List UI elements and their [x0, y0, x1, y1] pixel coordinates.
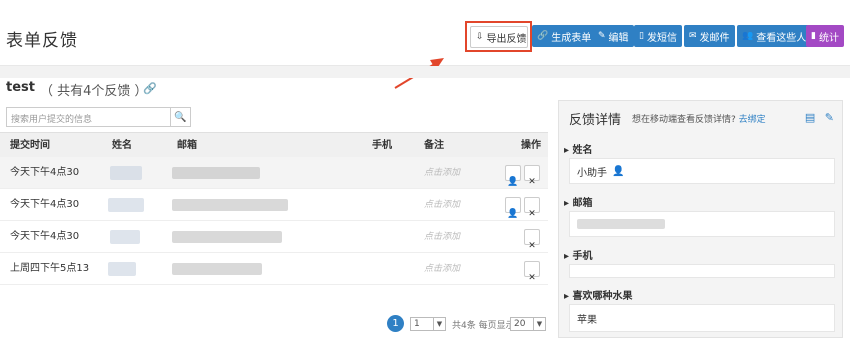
link-icon[interactable]: 🔗 — [143, 82, 157, 95]
blurred-name — [108, 262, 136, 276]
assign-user-button[interactable]: 👤 — [505, 197, 521, 219]
field-value-fruit: 苹果 — [569, 304, 835, 332]
table-row[interactable]: 今天下午4点30 点击添加 👤 ✕ — [0, 189, 548, 221]
per-page-select[interactable]: 20 ▼ — [510, 317, 546, 331]
panel-actions: ▤ ✎ — [805, 111, 834, 124]
pencil-icon: ✎ — [598, 31, 606, 41]
field-label-email: ▸ 邮箱 — [564, 198, 593, 209]
search-input[interactable]: 搜索用户提交的信息 — [6, 107, 171, 127]
bar-chart-icon: ▮ — [811, 31, 816, 41]
blurred-email — [172, 199, 288, 211]
blurred-name — [110, 230, 140, 244]
header-actions: 操作 — [521, 140, 541, 151]
page-title: 表单反馈 — [6, 31, 78, 51]
add-note-link[interactable]: 点击添加 — [424, 253, 460, 285]
header-note: 备注 — [424, 140, 444, 151]
field-value-name: 小助手 👤 — [569, 158, 835, 184]
page-select[interactable]: 1 ▼ — [410, 317, 446, 331]
view-people-button[interactable]: 👥 查看这些人 — [737, 25, 812, 47]
user-icon: 👤 — [612, 165, 625, 177]
add-note-link[interactable]: 点击添加 — [424, 189, 460, 221]
close-icon: ✕ — [528, 273, 536, 283]
generate-form-button[interactable]: 🔗 生成表单 — [532, 25, 597, 47]
divider-strip — [0, 66, 850, 78]
table-header: 提交时间 姓名 邮箱 手机 备注 操作 — [0, 132, 548, 157]
submit-time: 上周四下午5点13 — [10, 263, 90, 274]
blurred-email — [172, 263, 262, 275]
table-row[interactable]: 今天下午4点30 点击添加 ✕ — [0, 221, 548, 253]
delete-button[interactable]: ✕ — [524, 261, 540, 283]
field-label-fruit: ▸ 喜欢哪种水果 — [564, 291, 633, 302]
send-email-button[interactable]: ✉ 发邮件 — [684, 25, 735, 47]
blurred-email — [172, 167, 260, 179]
phone-icon: ▯ — [639, 31, 644, 41]
field-value-email — [569, 211, 835, 237]
search-icon: 🔍 — [174, 111, 187, 123]
submit-time: 今天下午4点30 — [10, 167, 80, 178]
pagination-summary: 共4条 每页显示 — [452, 321, 515, 331]
delete-button[interactable]: ✕ — [524, 165, 540, 187]
blurred-name — [110, 166, 142, 180]
blurred-email — [577, 219, 665, 229]
bind-link[interactable]: 去绑定 — [739, 115, 766, 125]
pencil-icon[interactable]: ✎ — [825, 111, 834, 124]
table-row[interactable]: 今天下午4点30 点击添加 👤 ✕ — [0, 157, 548, 189]
mail-icon: ✉ — [689, 31, 697, 41]
add-note-link[interactable]: 点击添加 — [424, 221, 460, 253]
field-value-phone — [569, 264, 835, 278]
users-icon: 👥 — [742, 31, 754, 41]
panel-title: 反馈详情 — [569, 113, 622, 128]
send-sms-button[interactable]: ▯ 发短信 — [634, 25, 682, 47]
header-email: 邮箱 — [177, 140, 197, 151]
blurred-name — [108, 198, 144, 212]
search-button[interactable]: 🔍 — [171, 107, 191, 127]
field-label-name: ▸ 姓名 — [564, 145, 593, 156]
panel-subtitle: 想在移动端查看反馈详情? 去绑定 — [632, 115, 766, 125]
header-time: 提交时间 — [10, 140, 50, 151]
feedback-detail-panel: 反馈详情 想在移动端查看反馈详情? 去绑定 ▤ ✎ ▸ 姓名 小助手 👤 ▸ 邮… — [558, 100, 843, 338]
field-label-phone: ▸ 手机 — [564, 251, 593, 262]
feedback-table: 提交时间 姓名 邮箱 手机 备注 操作 今天下午4点30 点击添加 👤 ✕ 今天… — [0, 132, 548, 285]
add-note-link[interactable]: 点击添加 — [424, 157, 460, 189]
delete-button[interactable]: ✕ — [524, 197, 540, 219]
table-row[interactable]: 上周四下午5点13 点击添加 ✕ — [0, 253, 548, 285]
statistics-button[interactable]: ▮ 统计 — [806, 25, 844, 47]
link-icon: 🔗 — [537, 31, 549, 41]
form-name: test — [6, 80, 35, 95]
submit-time: 今天下午4点30 — [10, 231, 80, 242]
export-highlight-box — [465, 21, 532, 52]
header-phone: 手机 — [372, 140, 392, 151]
delete-button[interactable]: ✕ — [524, 229, 540, 251]
blurred-email — [172, 231, 282, 243]
feedback-count: （ 共有4个反馈 ） — [40, 84, 148, 99]
document-icon[interactable]: ▤ — [805, 111, 815, 124]
current-page-button[interactable]: 1 — [387, 315, 404, 332]
header-name: 姓名 — [112, 140, 132, 151]
edit-button[interactable]: ✎ 编辑 — [593, 25, 634, 47]
chevron-down-icon: ▼ — [533, 318, 545, 330]
assign-user-button[interactable]: 👤 — [505, 165, 521, 187]
chevron-down-icon: ▼ — [433, 318, 445, 330]
submit-time: 今天下午4点30 — [10, 199, 80, 210]
